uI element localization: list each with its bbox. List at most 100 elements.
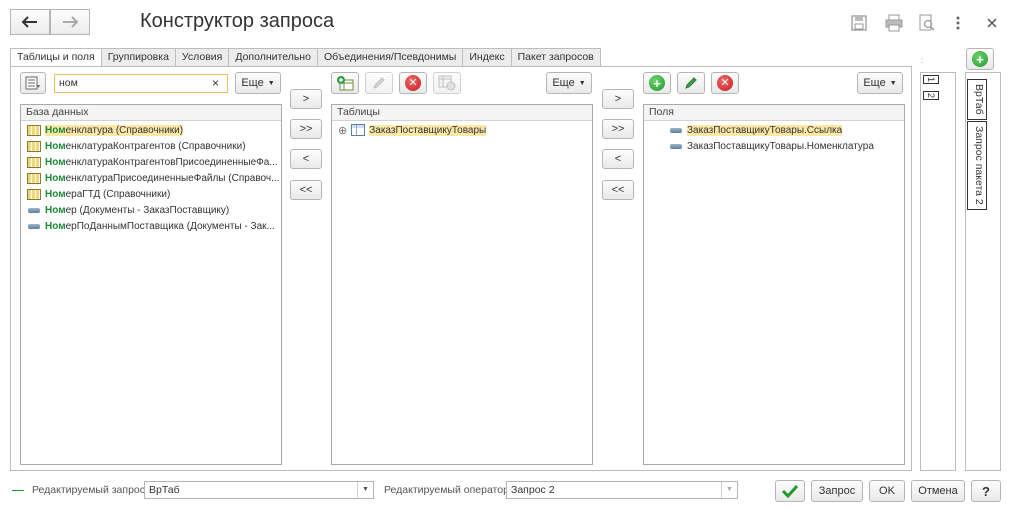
window-title: Конструктор запроса — [140, 10, 335, 32]
database-item[interactable]: Номенклатура (Справочники) — [21, 122, 281, 138]
tab-tables-and-fields[interactable]: Таблицы и поля — [10, 48, 102, 67]
query-button[interactable]: Запрос — [811, 480, 863, 502]
delete-field-button[interactable]: ✕ — [711, 72, 739, 94]
field-icon — [670, 127, 682, 133]
field-icon — [670, 143, 682, 149]
field-name: ЗаказПоставщикуТовары.Номенклатура — [687, 140, 874, 152]
print-button[interactable] — [884, 14, 904, 32]
expand-icon[interactable]: ⊕ — [338, 124, 347, 137]
batch-tab-vrtab-label: ВрТаб — [973, 84, 985, 115]
query-tab-1[interactable]: 1 — [923, 75, 939, 85]
search-match: Ном — [45, 188, 66, 200]
tab-conditions[interactable]: Условия — [174, 48, 230, 66]
query-tab-1-label: 1 — [926, 77, 936, 83]
tables-more-button[interactable]: Еще ▼ — [546, 72, 592, 94]
tab-additional[interactable]: Дополнительно — [228, 48, 318, 66]
database-item[interactable]: НоменклатураКонтрагентовПрисоединенныеФа… — [21, 154, 281, 170]
table-row[interactable]: ⊕ ЗаказПоставщикуТовары — [332, 122, 592, 138]
edited-query-select[interactable]: ВрТаб ▼ — [144, 481, 374, 499]
database-item-label: НомераГТД (Справочники) — [45, 189, 170, 200]
tab-index[interactable]: Индекс — [462, 48, 512, 66]
add-table-toolbar-button[interactable] — [331, 72, 359, 94]
database-more-button[interactable]: Еще ▼ — [235, 72, 281, 94]
table-icon — [351, 124, 366, 136]
edited-query-value: ВрТаб — [149, 484, 180, 496]
preview-icon — [919, 14, 935, 31]
database-header: База данных — [21, 105, 281, 121]
more-menu-button[interactable] — [955, 14, 975, 32]
search-match: Ном — [45, 156, 66, 168]
save-button[interactable] — [850, 14, 870, 32]
edit-field-button[interactable] — [677, 72, 705, 94]
save-icon — [851, 15, 867, 31]
back-arrow-icon — [21, 16, 37, 28]
field-row[interactable]: ЗаказПоставщикуТовары.Номенклатура — [644, 138, 904, 154]
item-rest: енклатураКонтрагентов (Справочники) — [65, 140, 246, 152]
table-settings-button[interactable] — [433, 72, 461, 94]
add-icon: + — [649, 75, 665, 91]
forward-button[interactable] — [50, 9, 90, 35]
document-field-icon — [28, 223, 40, 229]
apply-button[interactable] — [775, 480, 805, 502]
database-search-input[interactable]: ном — [59, 77, 78, 89]
tab-query-batch[interactable]: Пакет запросов — [510, 48, 601, 66]
help-button[interactable]: ? — [971, 480, 1001, 502]
checkmark-icon — [781, 484, 799, 498]
batch-tab-query2[interactable]: Запрос пакета 2 — [967, 121, 987, 210]
splitter-dots: : — [921, 56, 924, 65]
database-item-label: НоменклатураКонтрагентов (Справочники) — [45, 141, 246, 152]
table-icon — [27, 172, 41, 184]
tables-more-label: Еще — [552, 77, 575, 89]
chevron-down-icon[interactable]: ▼ — [357, 482, 373, 498]
chevron-down-icon: ▼ — [267, 79, 275, 87]
database-item-label: НоменклатураПрисоединенныеФайлы (Справоч… — [45, 173, 279, 184]
batch-tab-vrtab[interactable]: ВрТаб — [967, 79, 987, 120]
list-mode-button[interactable] — [20, 72, 46, 94]
database-item[interactable]: НоменклатураПрисоединенныеФайлы (Справоч… — [21, 170, 281, 186]
tab-unions-aliases[interactable]: Объединения/Псевдонимы — [316, 48, 464, 66]
field-row[interactable]: ЗаказПоставщикуТовары.Ссылка — [644, 122, 904, 138]
database-item[interactable]: НоменклатураКонтрагентов (Справочники) — [21, 138, 281, 154]
remove-all-fields-button[interactable]: << — [602, 180, 634, 200]
database-search-field[interactable]: ном × — [54, 74, 228, 93]
database-item[interactable]: НомерПоДаннымПоставщика (Документы - Зак… — [21, 218, 281, 234]
item-rest: енклатураПрисоединенныеФайлы (Справоч... — [65, 172, 280, 184]
chevron-down-icon[interactable]: ▼ — [721, 482, 737, 498]
database-item-label: НоменклатураКонтрагентовПрисоединенныеФа… — [45, 157, 278, 168]
close-icon — [987, 18, 997, 28]
cancel-button[interactable]: Отмена — [911, 480, 965, 502]
fields-more-label: Еще — [863, 77, 886, 89]
search-match: Ном — [45, 204, 66, 216]
remove-all-tables-button[interactable]: << — [290, 180, 322, 200]
add-all-fields-button[interactable]: >> — [602, 119, 634, 139]
add-table-icon — [337, 76, 354, 91]
tab-grouping[interactable]: Группировка — [100, 48, 176, 66]
database-item[interactable]: НомераГТД (Справочники) — [21, 186, 281, 202]
fields-more-button[interactable]: Еще ▼ — [857, 72, 903, 94]
add-table-button[interactable]: > — [290, 89, 322, 109]
fields-header: Поля — [644, 105, 904, 121]
query-tab-2[interactable]: 2 — [923, 91, 939, 101]
remove-table-button[interactable]: < — [290, 149, 322, 169]
clear-search-icon[interactable]: × — [212, 75, 219, 91]
database-item[interactable]: Номер (Документы - ЗаказПоставщику) — [21, 202, 281, 218]
add-batch-query-button[interactable]: + — [966, 48, 994, 70]
pencil-icon — [373, 77, 385, 89]
ok-button[interactable]: OK — [869, 480, 905, 502]
add-field-toolbar-button[interactable]: + — [643, 72, 671, 94]
back-button[interactable] — [10, 9, 50, 35]
database-list: Номенклатура (Справочники) НоменклатураКо… — [21, 122, 281, 234]
database-item-label: НомерПоДаннымПоставщика (Документы - Зак… — [45, 221, 275, 232]
list-view-icon — [25, 76, 40, 90]
delete-table-button[interactable]: ✕ — [399, 72, 427, 94]
add-field-button[interactable]: > — [602, 89, 634, 109]
add-all-tables-button[interactable]: >> — [290, 119, 322, 139]
preview-button[interactable] — [918, 14, 938, 32]
more-icon — [956, 16, 960, 30]
table-gear-icon — [438, 75, 456, 91]
close-button[interactable] — [984, 14, 1004, 32]
remove-field-button[interactable]: < — [602, 149, 634, 169]
edit-table-button[interactable] — [365, 72, 393, 94]
chevron-down-icon: ▼ — [578, 79, 586, 87]
edited-operator-select[interactable]: Запрос 2 ▼ — [506, 481, 738, 499]
